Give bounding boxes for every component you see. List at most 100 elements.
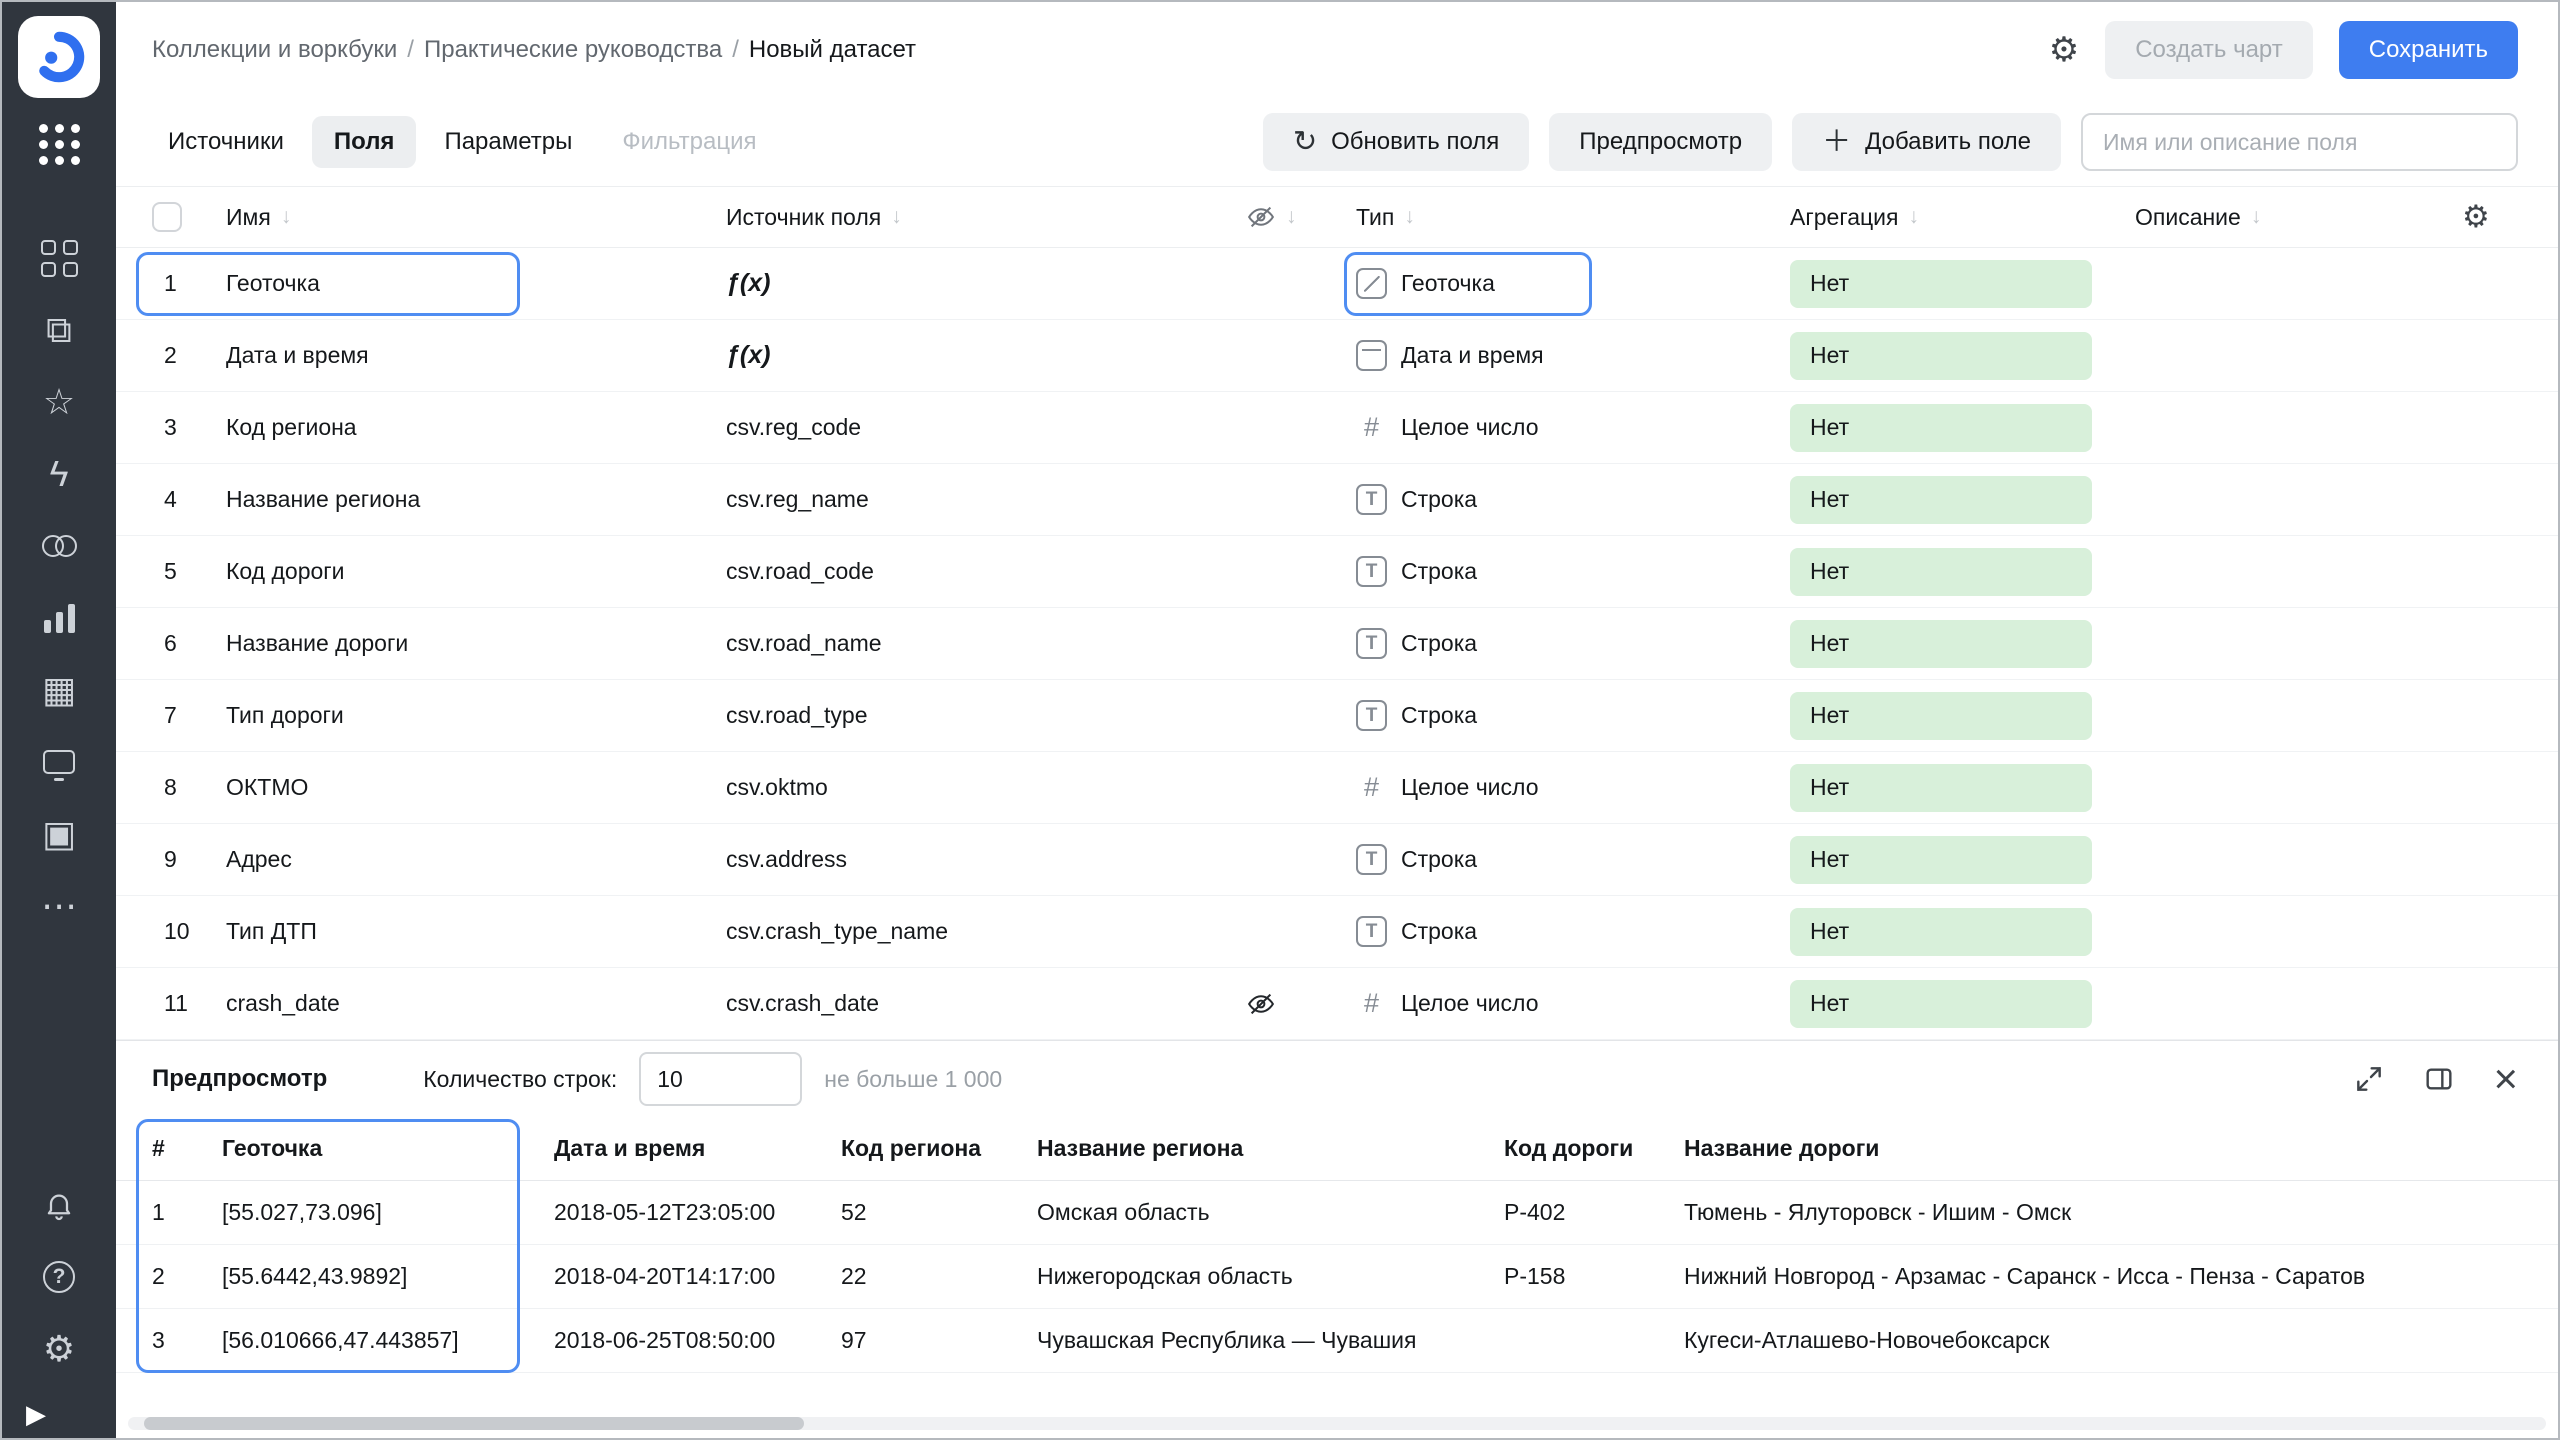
field-name[interactable]: Адрес (226, 846, 726, 873)
datalens-logo[interactable] (18, 16, 100, 98)
table-settings-icon[interactable]: ⚙ (2462, 199, 2518, 235)
field-type[interactable]: Геоточка (1356, 268, 1790, 299)
column-header-type[interactable]: Тип ↓ (1356, 204, 1790, 231)
field-name[interactable]: crash_date (226, 990, 726, 1017)
tabs: ИсточникиПоляПараметрыФильтрация (146, 116, 779, 168)
aggregation-select[interactable]: Нет (1790, 980, 2092, 1028)
field-row[interactable]: 10Тип ДТПcsv.crash_type_nameTСтрокаНет (116, 896, 2558, 968)
field-name[interactable]: ОКТМО (226, 774, 726, 801)
dashboards-icon[interactable] (18, 222, 100, 294)
monitoring-icon[interactable] (18, 726, 100, 798)
field-row[interactable]: 4Название регионаcsv.reg_nameTСтрокаНет (116, 464, 2558, 536)
column-header-visibility[interactable]: ↓ (1246, 202, 1356, 232)
aggregation-select[interactable]: Нет (1790, 548, 2092, 596)
refresh-fields-button[interactable]: ↻ Обновить поля (1263, 113, 1529, 171)
aggregation-select[interactable]: Нет (1790, 404, 2092, 452)
field-type[interactable]: TСтрока (1356, 916, 1790, 947)
field-type[interactable]: TСтрока (1356, 844, 1790, 875)
field-type[interactable]: TСтрока (1356, 484, 1790, 515)
aggregation-select[interactable]: Нет (1790, 836, 2092, 884)
breadcrumb-item[interactable]: Коллекции и воркбуки (152, 36, 397, 63)
field-name[interactable]: Название региона (226, 486, 726, 513)
save-button[interactable]: Сохранить (2339, 21, 2518, 79)
field-source: csv.road_type (726, 702, 1246, 729)
field-name[interactable]: Код дороги (226, 558, 726, 585)
aggregation-select[interactable]: Нет (1790, 620, 2092, 668)
aggregation-select[interactable]: Нет (1790, 476, 2092, 524)
field-type[interactable]: TСтрока (1356, 556, 1790, 587)
scrollbar-track[interactable] (128, 1417, 2546, 1430)
app-window: ⧉☆ϟ▦▣⋯ ?⚙ ▶ Коллекции и воркбуки/Практич… (0, 0, 2560, 1440)
tab-Фильтрация[interactable]: Фильтрация (600, 116, 778, 168)
bell-icon[interactable] (18, 1169, 100, 1241)
help-icon[interactable]: ? (18, 1241, 100, 1313)
preview-button[interactable]: Предпросмотр (1549, 113, 1772, 171)
field-row[interactable]: 7Тип дорогиcsv.road_typeTСтрокаНет (116, 680, 2558, 752)
sidebar-expand-icon[interactable]: ▶ (26, 1399, 46, 1430)
tables-icon[interactable]: ▦ (18, 654, 100, 726)
aggregation-select[interactable]: Нет (1790, 260, 2092, 308)
aggregation-select[interactable]: Нет (1790, 692, 2092, 740)
field-row[interactable]: 3Код регионаcsv.reg_code#Целое числоНет (116, 392, 2558, 464)
preview-column-header: Геоточка (222, 1135, 554, 1162)
field-name[interactable]: Тип ДТП (226, 918, 726, 945)
aggregation-select[interactable]: Нет (1790, 908, 2092, 956)
aggregation-select[interactable]: Нет (1790, 332, 2092, 380)
field-type[interactable]: #Целое число (1356, 988, 1790, 1019)
geopoint-icon (1356, 268, 1387, 299)
field-row[interactable]: 6Название дорогиcsv.road_nameTСтрокаНет (116, 608, 2558, 680)
select-all-checkbox[interactable] (152, 202, 182, 232)
tab-Поля[interactable]: Поля (312, 116, 417, 168)
scrollbar-thumb[interactable] (144, 1417, 804, 1430)
tab-Источники[interactable]: Источники (146, 116, 306, 168)
settings-icon[interactable]: ⚙ (18, 1313, 100, 1385)
datasets-icon[interactable] (18, 510, 100, 582)
field-row[interactable]: 5Код дорогиcsv.road_codeTСтрокаНет (116, 536, 2558, 608)
column-header-aggregation[interactable]: Агрегация ↓ (1790, 204, 2135, 231)
column-header-description[interactable]: Описание ↓ (2135, 204, 2462, 231)
column-header-name[interactable]: Имя ↓ (226, 204, 726, 231)
field-type[interactable]: #Целое число (1356, 772, 1790, 803)
connections-icon[interactable]: ϟ (18, 438, 100, 510)
split-view-icon[interactable] (2423, 1063, 2455, 1095)
dataset-settings-icon[interactable]: ⚙ (2049, 33, 2079, 67)
field-row[interactable]: 1Геоточкаƒ(x)ГеоточкаНет (116, 248, 2558, 320)
field-row[interactable]: 9Адресcsv.addressTСтрокаНет (116, 824, 2558, 896)
row-number: 6 (152, 630, 226, 657)
field-type[interactable]: TСтрока (1356, 628, 1790, 659)
field-name[interactable]: Код региона (226, 414, 726, 441)
apps-grid-icon[interactable] (18, 108, 100, 180)
row-number: 10 (152, 918, 226, 945)
more-icon[interactable]: ⋯ (18, 870, 100, 942)
field-type[interactable]: TСтрока (1356, 700, 1790, 731)
aggregation-select[interactable]: Нет (1790, 764, 2092, 812)
field-name[interactable]: Тип дороги (226, 702, 726, 729)
workbooks-icon[interactable]: ⧉ (18, 294, 100, 366)
preview-controls: × (2353, 1058, 2518, 1100)
field-source: csv.crash_date (726, 990, 1246, 1017)
charts-icon[interactable] (18, 582, 100, 654)
expand-icon[interactable] (2353, 1063, 2385, 1095)
field-search-input[interactable] (2081, 113, 2518, 171)
field-row[interactable]: 11crash_datecsv.crash_date#Целое числоНе… (116, 968, 2558, 1040)
refresh-icon: ↻ (1293, 128, 1317, 157)
field-type[interactable]: #Целое число (1356, 412, 1790, 443)
add-field-button[interactable]: ＋ Добавить поле (1792, 113, 2061, 171)
field-name[interactable]: Геоточка (226, 270, 726, 297)
storage-icon[interactable]: ▣ (18, 798, 100, 870)
favorites-icon[interactable]: ☆ (18, 366, 100, 438)
create-chart-button[interactable]: Создать чарт (2105, 21, 2313, 79)
tab-Параметры[interactable]: Параметры (422, 116, 594, 168)
field-row[interactable]: 2Дата и времяƒ(x)Дата и времяНет (116, 320, 2558, 392)
field-type[interactable]: Дата и время (1356, 340, 1790, 371)
hidden-field-icon[interactable] (1246, 989, 1276, 1019)
field-name[interactable]: Название дороги (226, 630, 726, 657)
field-row[interactable]: 8ОКТМОcsv.oktmo#Целое числоНет (116, 752, 2558, 824)
sort-down-icon: ↓ (281, 205, 292, 229)
field-name[interactable]: Дата и время (226, 342, 726, 369)
column-header-source[interactable]: Источник поля ↓ (726, 204, 1246, 231)
row-count-input[interactable] (639, 1052, 802, 1106)
breadcrumb-item[interactable]: Практические руководства (424, 36, 722, 63)
field-visibility-cell[interactable] (1246, 989, 1356, 1019)
close-icon[interactable]: × (2493, 1058, 2518, 1100)
